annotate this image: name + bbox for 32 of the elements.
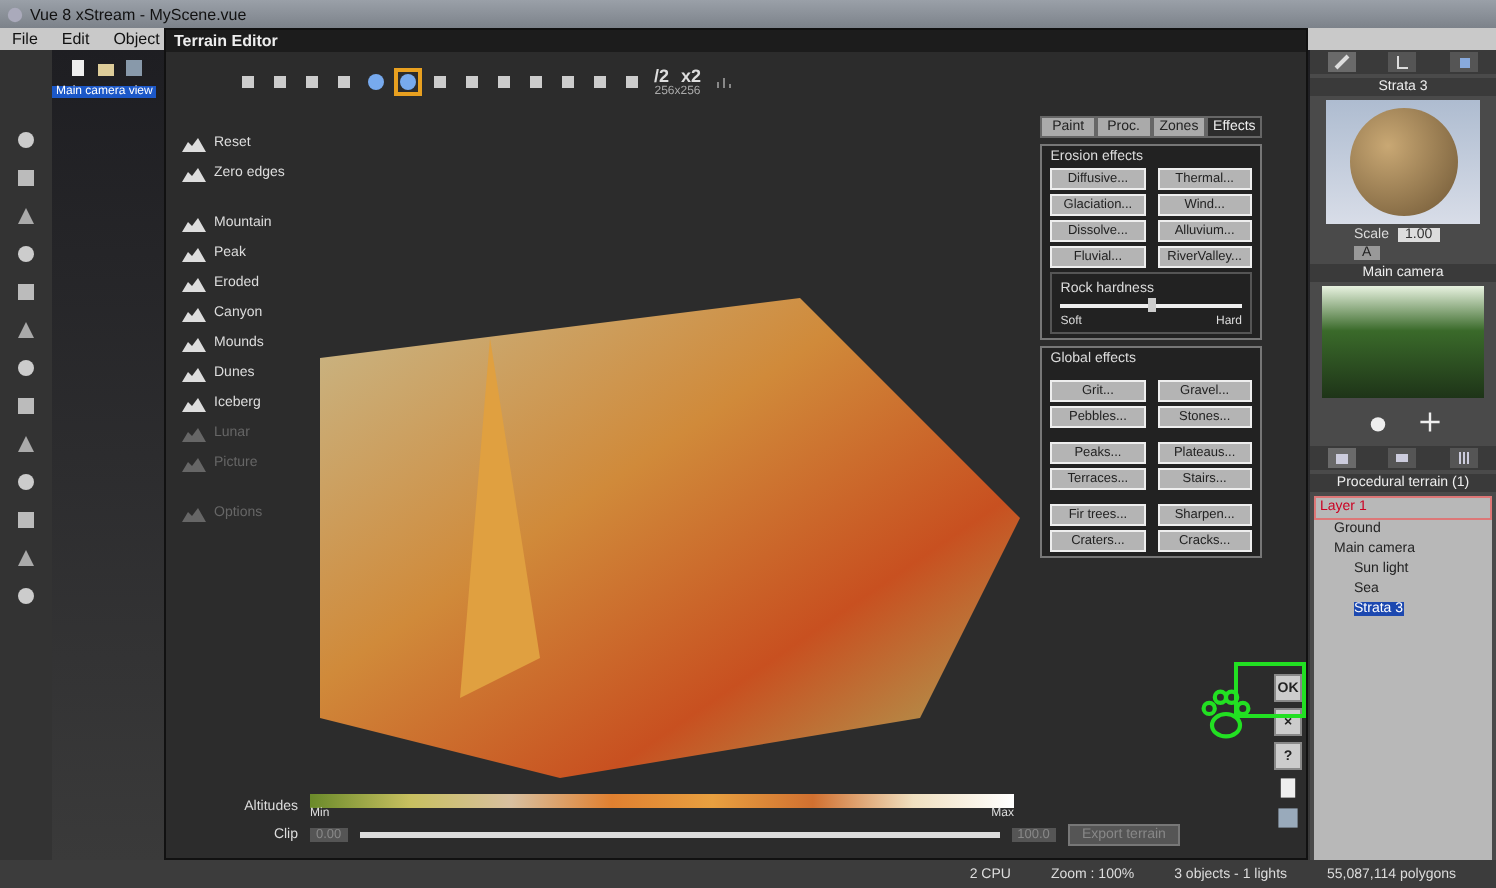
- altitude-gradient[interactable]: [310, 794, 1014, 808]
- double-resolution-button[interactable]: x2: [681, 66, 702, 86]
- document-icon[interactable]: [68, 58, 88, 78]
- move-arrows-icon[interactable]: [1417, 410, 1441, 434]
- chart-icon[interactable]: [713, 72, 734, 92]
- mountain-icon: [182, 425, 206, 441]
- app-logo-icon: [6, 5, 24, 23]
- mountain-icon: [182, 165, 206, 181]
- sphere-preview: [1349, 108, 1457, 216]
- mountain-icon: [182, 245, 206, 261]
- paw-icon: [1198, 686, 1254, 742]
- clip-slider-fill[interactable]: [359, 832, 1000, 838]
- mountain-icon: [182, 505, 206, 521]
- menu-item[interactable]: File: [12, 30, 38, 48]
- mountain-icon: [182, 395, 206, 411]
- mountain-icon: [182, 135, 206, 151]
- menu-item[interactable]: Object: [113, 30, 160, 48]
- halve-resolution-button[interactable]: /2: [654, 66, 670, 86]
- editor-title: Terrain Editor: [174, 32, 278, 50]
- mountain-icon: [182, 335, 206, 351]
- mountain-icon: [182, 305, 206, 321]
- bars-icon[interactable]: [1449, 448, 1478, 468]
- document-icon[interactable]: [1276, 776, 1300, 800]
- window-title: Vue 8 xStream - MyScene.vue: [30, 5, 247, 23]
- highlight-frame: [1234, 662, 1306, 718]
- menu-item[interactable]: Edit: [61, 30, 90, 48]
- slider-thumb[interactable]: [1147, 298, 1156, 312]
- mountain-icon: [182, 455, 206, 471]
- folder-icon[interactable]: [96, 58, 116, 78]
- mountain-icon: [182, 215, 206, 231]
- mountain-icon: [182, 365, 206, 381]
- mountain-icon: [182, 275, 206, 291]
